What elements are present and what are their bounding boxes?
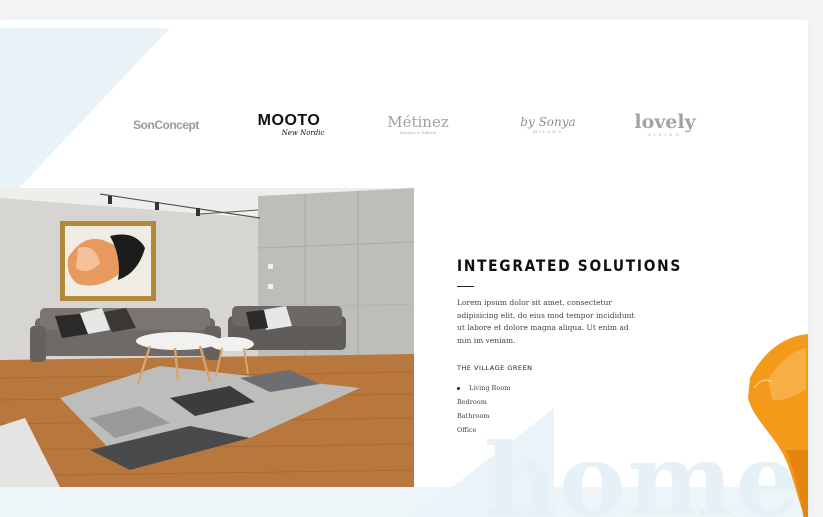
room-list: Living Room Bedroom Bathroom Office: [457, 381, 657, 437]
logo-sonconcept[interactable]: SonConcept: [130, 100, 202, 150]
logo-subtext: New Nordic: [281, 129, 325, 137]
room-list-item-bedroom[interactable]: Bedroom: [457, 395, 657, 409]
logo-text: lovely: [634, 111, 696, 133]
section-description: Lorem ipsum dolor sit amet, consectetur …: [457, 298, 635, 345]
logo-subtext: Interior & Edition: [399, 130, 437, 135]
logo-subtext: MILANO: [533, 129, 563, 134]
solutions-section: INTEGRATED SOLUTIONS Lorem ipsum dolor s…: [457, 256, 682, 437]
content-card: home SonConcept MOOTO New Nordic Métinez…: [0, 20, 808, 517]
room-list-item-office[interactable]: Office: [457, 423, 657, 437]
section-subheading: THE VILLAGE GREEN: [457, 364, 533, 372]
logo-mooto[interactable]: MOOTO New Nordic: [248, 100, 330, 150]
logo-metinez[interactable]: Métinez Interior & Edition: [383, 100, 453, 150]
logo-subtext: LIVING: [648, 132, 682, 137]
brand-logo-strip: SonConcept MOOTO New Nordic Métinez Inte…: [0, 100, 808, 150]
logo-text: by Sonya: [520, 115, 576, 129]
title-divider: [457, 286, 474, 287]
logo-text: SonConcept: [133, 118, 199, 132]
living-room-photo: [0, 188, 414, 487]
section-title: INTEGRATED SOLUTIONS: [457, 256, 682, 275]
logo-lovely[interactable]: lovely LIVING: [630, 100, 700, 150]
logo-text: MOOTO: [257, 112, 321, 129]
logo-text: Métinez: [387, 113, 449, 131]
logo-bysonya[interactable]: by Sonya MILANO: [516, 100, 580, 150]
room-list-item-living-room[interactable]: Living Room: [457, 381, 657, 395]
room-list-item-bathroom[interactable]: Bathroom: [457, 409, 657, 423]
orange-brush-stroke: [742, 330, 808, 517]
